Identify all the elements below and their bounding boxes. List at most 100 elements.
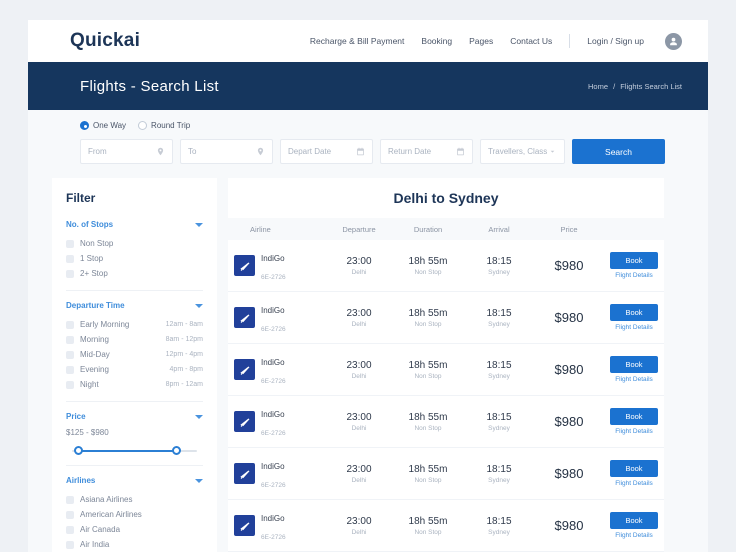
results-table-header: Airline Departure Duration Arrival Price — [228, 218, 664, 240]
checkbox[interactable] — [66, 239, 74, 248]
filter-option-non-stop[interactable]: Non Stop — [66, 236, 203, 251]
flight-details-link[interactable]: Flight Details — [615, 324, 653, 331]
filter-option-early-morning[interactable]: Early Morning 12am - 8am — [66, 317, 203, 332]
nav-item-recharge[interactable]: Recharge & Bill Payment — [310, 36, 405, 46]
book-button[interactable]: Book — [610, 460, 658, 477]
arrival-city: Sydney — [488, 528, 510, 536]
radio-one-way[interactable]: One Way — [80, 121, 126, 130]
filter-option-label: Air India — [80, 540, 110, 549]
departure-city: Delhi — [351, 268, 367, 276]
table-row[interactable]: IndiGo 6E-2726 23:00 Delhi 18h 55m Non S… — [228, 292, 664, 344]
book-button[interactable]: Book — [610, 304, 658, 321]
filter-option-air-canada[interactable]: Air Canada — [66, 522, 203, 537]
column-header-airline: Airline — [250, 224, 271, 234]
filter-option-american-airlines[interactable]: American Airlines — [66, 507, 203, 522]
airline-logo-icon — [234, 515, 255, 536]
row-duration-cell: 18h 55m Non Stop — [392, 464, 464, 484]
row-actions: Book Flight Details — [604, 460, 664, 487]
filter-option-label: Asiana Airlines — [80, 495, 133, 504]
checkbox[interactable] — [66, 320, 74, 329]
travellers-class-select[interactable]: Travellers, Class — [480, 139, 565, 164]
table-row[interactable]: IndiGo 6E-2726 23:00 Delhi 18h 55m Non S… — [228, 448, 664, 500]
airline-logo-icon — [234, 411, 255, 432]
brand-logo[interactable]: Quickai — [70, 30, 140, 52]
route-title: Delhi to Sydney — [393, 190, 499, 206]
arrival-city: Sydney — [488, 268, 510, 276]
table-row[interactable]: IndiGo 6E-2726 23:00 Delhi 18h 55m Non S… — [228, 500, 664, 552]
nav-item-contact-us[interactable]: Contact Us — [510, 36, 552, 46]
airline-name: IndiGo — [261, 513, 285, 523]
filter-option-mid-day[interactable]: Mid-Day 12pm - 4pm — [66, 347, 203, 362]
radio-round-trip[interactable]: Round Trip — [138, 121, 190, 130]
departure-time: 23:00 — [346, 307, 372, 319]
depart-date-field[interactable]: Depart Date — [280, 139, 373, 164]
flight-details-link[interactable]: Flight Details — [615, 480, 653, 487]
from-field[interactable]: From — [80, 139, 173, 164]
avatar[interactable] — [665, 32, 682, 50]
to-field[interactable]: To — [180, 139, 273, 164]
departure-city: Delhi — [351, 476, 367, 484]
filter-stops-header[interactable]: No. of Stops — [66, 220, 203, 236]
filter-price-header[interactable]: Price — [66, 412, 203, 428]
filter-option-evening[interactable]: Evening 4pm - 8pm — [66, 362, 203, 377]
filter-option-1-stop[interactable]: 1 Stop — [66, 251, 203, 266]
chevron-down-icon[interactable] — [195, 303, 203, 308]
flight-details-link[interactable]: Flight Details — [615, 428, 653, 435]
slider-handle-max[interactable] — [172, 446, 181, 455]
login-signup-link[interactable]: Login / Sign up — [587, 36, 644, 46]
table-row[interactable]: IndiGo 6E-2726 23:00 Delhi 18h 55m Non S… — [228, 396, 664, 448]
checkbox[interactable] — [66, 510, 74, 519]
row-price: $980 — [554, 310, 584, 325]
flight-details-link[interactable]: Flight Details — [615, 272, 653, 279]
filter-option-range: 8am - 12pm — [165, 336, 203, 343]
return-date-field[interactable]: Return Date — [380, 139, 473, 164]
departure-time: 23:00 — [346, 359, 372, 371]
chevron-down-icon[interactable] — [195, 414, 203, 419]
filter-option-2-plus-stop[interactable]: 2+ Stop — [66, 266, 203, 281]
checkbox[interactable] — [66, 540, 74, 549]
stops-value: Non Stop — [414, 268, 442, 276]
checkbox[interactable] — [66, 350, 74, 359]
price-range-slider[interactable] — [72, 446, 197, 456]
checkbox[interactable] — [66, 380, 74, 389]
flight-details-link[interactable]: Flight Details — [615, 376, 653, 383]
checkbox[interactable] — [66, 365, 74, 374]
row-price: $980 — [554, 518, 584, 533]
slider-handle-min[interactable] — [74, 446, 83, 455]
breadcrumb-home[interactable]: Home — [588, 82, 608, 91]
filter-option-asiana-airlines[interactable]: Asiana Airlines — [66, 492, 203, 507]
chevron-down-icon[interactable] — [195, 222, 203, 227]
search-button[interactable]: Search — [572, 139, 665, 164]
nav-item-pages[interactable]: Pages — [469, 36, 493, 46]
book-button[interactable]: Book — [610, 408, 658, 425]
filter-option-night[interactable]: Night 8pm - 12am — [66, 377, 203, 392]
book-button[interactable]: Book — [610, 512, 658, 529]
location-pin-icon — [256, 147, 265, 156]
filter-option-morning[interactable]: Morning 8am - 12pm — [66, 332, 203, 347]
arrival-time: 18:15 — [486, 463, 512, 475]
row-arrival-cell: 18:15 Sydney — [464, 308, 534, 328]
checkbox[interactable] — [66, 335, 74, 344]
checkbox[interactable] — [66, 495, 74, 504]
filter-departure-header[interactable]: Departure Time — [66, 301, 203, 317]
checkbox[interactable] — [66, 254, 74, 263]
filter-airlines-header[interactable]: Airlines — [66, 476, 203, 492]
airline-text: IndiGo 6E-2726 — [261, 404, 286, 440]
filter-option-air-india[interactable]: Air India — [66, 537, 203, 552]
row-airline-cell: IndiGo 6E-2726 — [228, 300, 326, 336]
chevron-down-icon[interactable] — [195, 478, 203, 483]
nav-item-booking[interactable]: Booking — [421, 36, 452, 46]
book-button[interactable]: Book — [610, 252, 658, 269]
row-actions: Book Flight Details — [604, 512, 664, 539]
row-duration-cell: 18h 55m Non Stop — [392, 308, 464, 328]
flight-details-link[interactable]: Flight Details — [615, 532, 653, 539]
airline-text: IndiGo 6E-2726 — [261, 300, 286, 336]
book-button[interactable]: Book — [610, 356, 658, 373]
checkbox[interactable] — [66, 525, 74, 534]
arrival-time: 18:15 — [486, 515, 512, 527]
checkbox[interactable] — [66, 269, 74, 278]
table-row[interactable]: IndiGo 6E-2726 23:00 Delhi 18h 55m Non S… — [228, 344, 664, 396]
depart-date-placeholder: Depart Date — [288, 147, 332, 156]
table-row[interactable]: IndiGo 6E-2726 23:00 Delhi 18h 55m Non S… — [228, 240, 664, 292]
main-nav: Recharge & Bill Payment Booking Pages Co… — [310, 32, 682, 50]
